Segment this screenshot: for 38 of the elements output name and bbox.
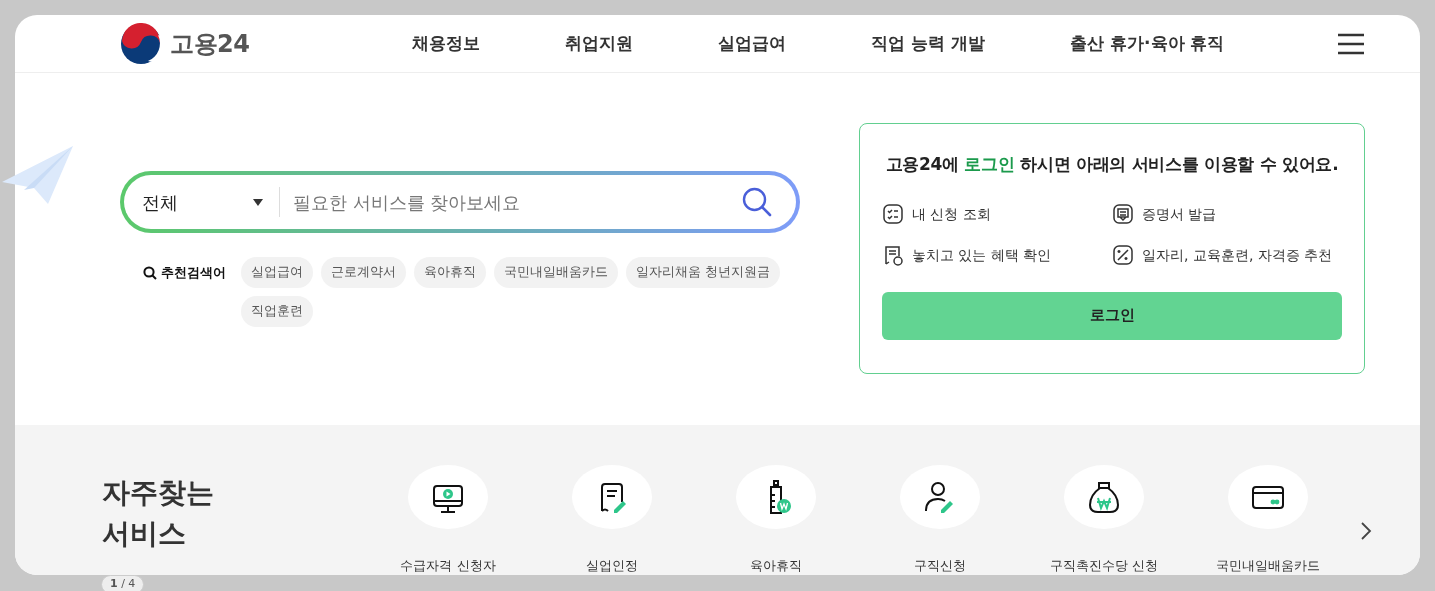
- certificate-icon: [1112, 203, 1134, 225]
- receipt-icon: [882, 244, 904, 266]
- nav-link-item[interactable]: 출산 휴가·육아 휴직: [1070, 30, 1225, 57]
- service-label[interactable]: 실업인정: [586, 555, 638, 575]
- nav-link-item[interactable]: 실업급여: [718, 30, 787, 57]
- login-prompt: 고용24에 로그인 하시면 아래의 서비스를 이용할 수 있어요.: [884, 153, 1340, 176]
- feature-link[interactable]: 증명서 발급: [1142, 203, 1217, 225]
- feature-link[interactable]: 내 신청 조회: [912, 203, 991, 225]
- search-icon[interactable]: [742, 187, 772, 217]
- nav-link-item[interactable]: 채용정보: [412, 30, 481, 57]
- search-icon: [143, 265, 157, 280]
- section-title: 자주찾는 서비스: [102, 475, 215, 552]
- scope-dropdown[interactable]: 전체: [124, 187, 279, 217]
- page-counter: 1 / 4: [101, 575, 145, 591]
- keyword-chip[interactable]: 근로계약서: [321, 257, 406, 288]
- logo-text[interactable]: 고용24: [170, 25, 250, 62]
- keyword-chip[interactable]: 실업급여: [241, 257, 313, 288]
- logo-icon[interactable]: [120, 22, 162, 65]
- service-label[interactable]: 수급자격 신청자: [400, 555, 496, 575]
- service-label[interactable]: 구직신청: [914, 555, 966, 575]
- service-label[interactable]: 구직촉진수당 신청: [1049, 555, 1159, 575]
- checklist-icon: [882, 203, 904, 225]
- search-field[interactable]: 전체 필요한 서비스를 찾아보세요: [120, 171, 800, 233]
- paper-plane-icon: [0, 146, 74, 206]
- keyword-chip[interactable]: 국민내일배움카드: [494, 257, 618, 288]
- nav-link-item[interactable]: 직업 능력 개발: [871, 30, 986, 57]
- login-button[interactable]: 로그인: [882, 291, 1342, 340]
- menu-icon[interactable]: [1337, 32, 1365, 55]
- nav-link-item[interactable]: 취업지원: [565, 30, 634, 57]
- keyword-chip[interactable]: 일자리채움 청년지원금: [626, 257, 780, 288]
- recommended-label: 추천검색어: [161, 263, 226, 282]
- service-label[interactable]: 국민내일배움카드: [1216, 555, 1320, 575]
- service-label[interactable]: 육아휴직: [750, 555, 802, 575]
- caret-icon: [253, 198, 263, 206]
- keyword-chip[interactable]: 직업훈련: [241, 296, 313, 327]
- feature-link[interactable]: 일자리, 교육훈련, 자격증 추천: [1142, 244, 1333, 266]
- feature-link[interactable]: 놓치고 있는 혜택 확인: [912, 244, 1052, 266]
- keyword-chip[interactable]: 육아휴직: [414, 257, 486, 288]
